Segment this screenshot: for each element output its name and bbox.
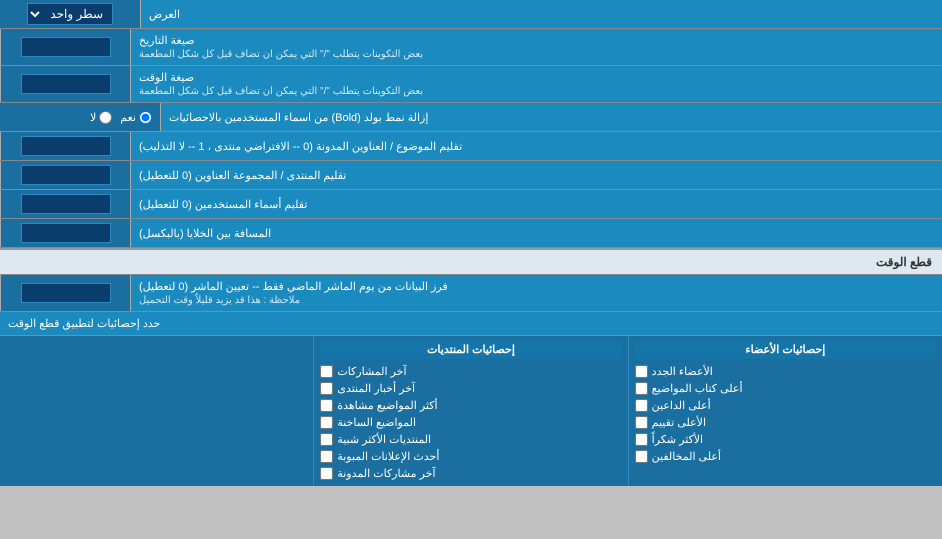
thread-trim-input[interactable]: 33: [21, 136, 111, 156]
row-thread-trim: تقليم الموضوع / العناوين المدونة (0 -- ا…: [0, 132, 942, 161]
cb-top-rated: الأعلى تقييم: [635, 414, 936, 431]
radio-yes[interactable]: [139, 111, 152, 124]
forum-trim-input[interactable]: 33: [21, 165, 111, 185]
cb-blog-posts-input[interactable]: [320, 467, 333, 480]
cb-similar-forums-input[interactable]: [320, 433, 333, 446]
cb-most-viewed-input[interactable]: [320, 399, 333, 412]
cb-most-thanks: الأكثر شكراً: [635, 431, 936, 448]
cutoff-input[interactable]: 0: [21, 283, 111, 303]
row-cutoff: فرز البيانات من يوم الماشر الماضي فقط --…: [0, 275, 942, 312]
checkbox-col-forums: إحصائيات المنتديات آخر المشاركات آخر أخب…: [313, 336, 627, 486]
col-forums-header: إحصائيات المنتديات: [320, 340, 621, 359]
cb-last-posts: آخر المشاركات: [320, 363, 621, 380]
cb-top-writers: أعلى كتاب المواضيع: [635, 380, 936, 397]
cb-top-violators-input[interactable]: [635, 450, 648, 463]
cb-most-viewed: أكثر المواضيع مشاهدة: [320, 397, 621, 414]
limit-row: حدد إحصائيات لتطبيق قطع الوقت: [0, 312, 942, 336]
cb-new-members: الأعضاء الجدد: [635, 363, 936, 380]
cb-classified-ads: أحدث الإعلانات المبوبة: [320, 448, 621, 465]
row-date-format: صيغة التاريخ بعض التكوينات يتطلب "/" الت…: [0, 29, 942, 66]
main-container: العرض سطر واحد سطران ثلاثة أسطر صيغة الت…: [0, 0, 942, 486]
label-cutoff: فرز البيانات من يوم الماشر الماضي فقط --…: [130, 275, 942, 311]
label-mode: العرض: [140, 0, 942, 28]
input-cutoff[interactable]: 0: [0, 275, 130, 311]
cb-forum-news-input[interactable]: [320, 382, 333, 395]
radio-no[interactable]: [99, 111, 112, 124]
label-bold-remove: إزالة نمط بولد (Bold) من اسماء المستخدمي…: [160, 103, 942, 131]
cb-forum-news: آخر أخبار المنتدى: [320, 380, 621, 397]
input-username-trim[interactable]: 0: [0, 190, 130, 218]
section-cutoff-header: قطع الوقت: [0, 248, 942, 275]
checkbox-grid: إحصائيات الأعضاء الأعضاء الجدد أعلى كتاب…: [0, 336, 942, 486]
col-members-header: إحصائيات الأعضاء: [635, 340, 936, 359]
radio-yes-label[interactable]: نعم: [120, 111, 152, 124]
cb-hot-topics-input[interactable]: [320, 416, 333, 429]
label-gap: المسافة بين الخلايا (بالبكسل): [130, 219, 942, 247]
limit-label: حدد إحصائيات لتطبيق قطع الوقت: [0, 312, 942, 335]
input-mode[interactable]: سطر واحد سطران ثلاثة أسطر: [0, 0, 140, 28]
label-thread-trim: تقليم الموضوع / العناوين المدونة (0 -- ا…: [130, 132, 942, 160]
radio-no-label[interactable]: لا: [90, 111, 112, 124]
cb-top-inviters: أعلى الداعين: [635, 397, 936, 414]
cb-top-violators: أعلى المخالفين: [635, 448, 936, 465]
input-thread-trim[interactable]: 33: [0, 132, 130, 160]
input-time-format[interactable]: H:i: [0, 66, 130, 102]
gap-input[interactable]: 2: [21, 223, 111, 243]
label-date-format: صيغة التاريخ بعض التكوينات يتطلب "/" الت…: [130, 29, 942, 65]
row-time-format: صيغة الوقت بعض التكوينات يتطلب "/" التي …: [0, 66, 942, 103]
label-forum-trim: تقليم المنتدى / المجموعة العناوين (0 للت…: [130, 161, 942, 189]
mode-select[interactable]: سطر واحد سطران ثلاثة أسطر: [27, 3, 113, 25]
cb-blog-posts: آخر مشاركات المدونة: [320, 465, 621, 482]
username-trim-input[interactable]: 0: [21, 194, 111, 214]
checkbox-col-members: إحصائيات الأعضاء الأعضاء الجدد أعلى كتاب…: [628, 336, 942, 486]
cb-top-rated-input[interactable]: [635, 416, 648, 429]
cb-similar-forums: المنتديات الأكثر شبية: [320, 431, 621, 448]
row-mode: العرض سطر واحد سطران ثلاثة أسطر: [0, 0, 942, 29]
cb-top-inviters-input[interactable]: [635, 399, 648, 412]
cb-top-writers-input[interactable]: [635, 382, 648, 395]
cb-most-thanks-input[interactable]: [635, 433, 648, 446]
input-gap[interactable]: 2: [0, 219, 130, 247]
row-username-trim: تقليم أسماء المستخدمين (0 للتعطيل) 0: [0, 190, 942, 219]
row-bold-remove: إزالة نمط بولد (Bold) من اسماء المستخدمي…: [0, 103, 942, 132]
cb-hot-topics: المواضيع الساخنة: [320, 414, 621, 431]
label-time-format: صيغة الوقت بعض التكوينات يتطلب "/" التي …: [130, 66, 942, 102]
row-forum-trim: تقليم المنتدى / المجموعة العناوين (0 للت…: [0, 161, 942, 190]
label-username-trim: تقليم أسماء المستخدمين (0 للتعطيل): [130, 190, 942, 218]
time-format-input[interactable]: H:i: [21, 74, 111, 94]
input-forum-trim[interactable]: 33: [0, 161, 130, 189]
radio-bold-remove[interactable]: نعم لا: [0, 103, 160, 131]
date-format-input[interactable]: d-m: [21, 37, 111, 57]
cb-classified-ads-input[interactable]: [320, 450, 333, 463]
cb-last-posts-input[interactable]: [320, 365, 333, 378]
input-date-format[interactable]: d-m: [0, 29, 130, 65]
checkbox-col-empty: [0, 336, 313, 486]
row-gap: المسافة بين الخلايا (بالبكسل) 2: [0, 219, 942, 248]
cb-new-members-input[interactable]: [635, 365, 648, 378]
